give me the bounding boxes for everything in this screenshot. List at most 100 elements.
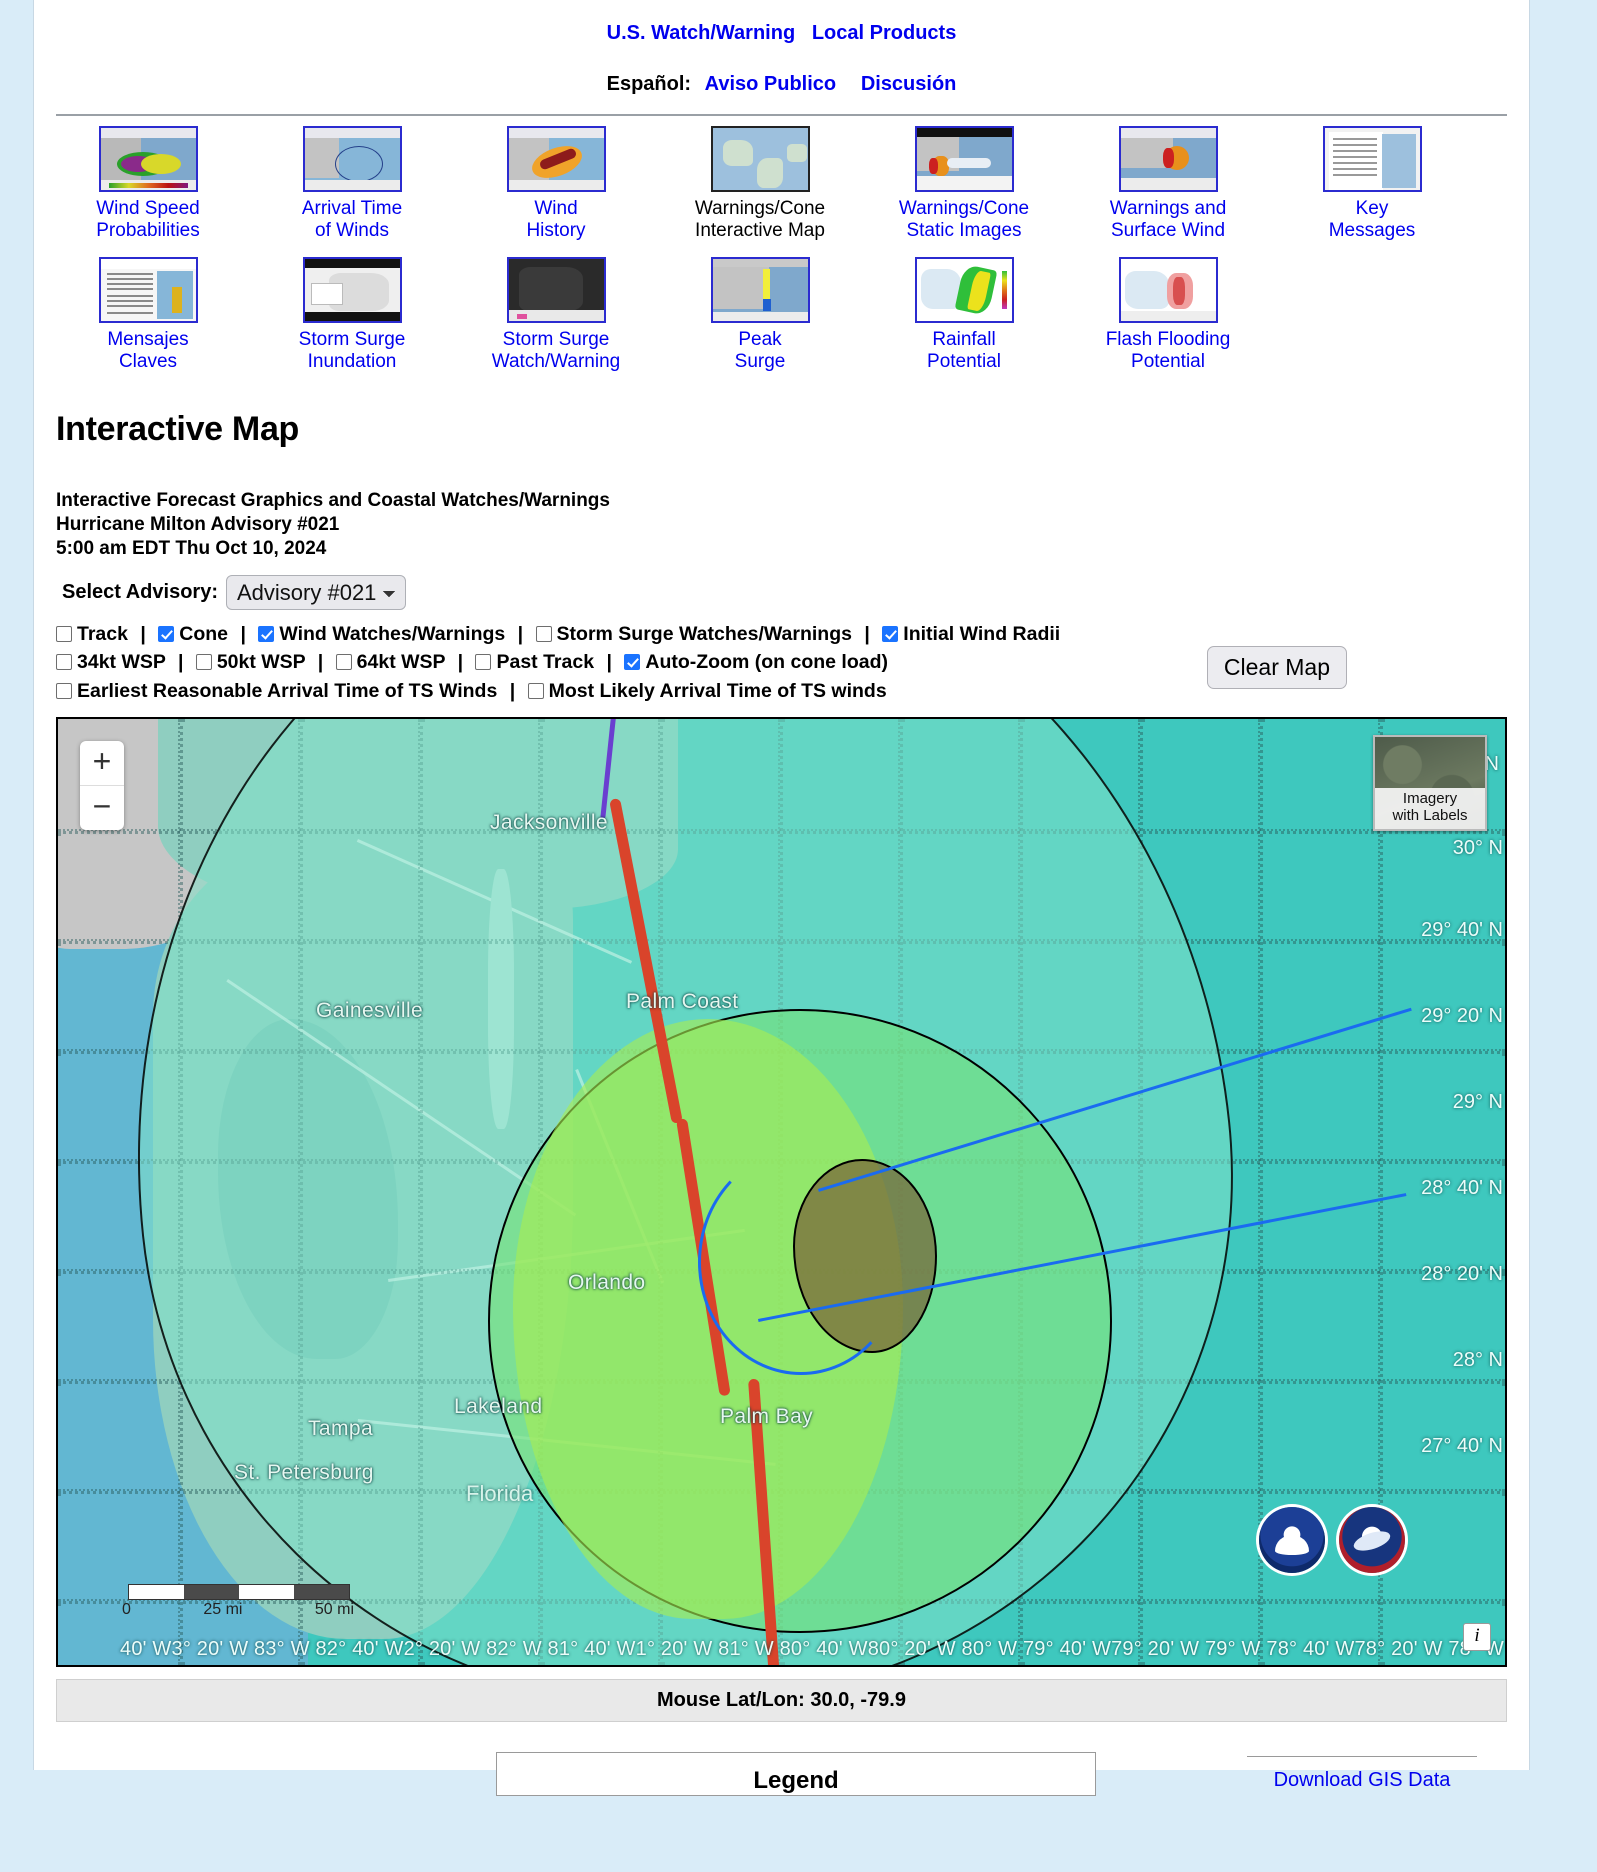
product-label[interactable]: Storm Surge Watch/Warning xyxy=(454,329,658,374)
key-messages-thumb[interactable] xyxy=(1322,126,1422,192)
storm-surge-inundation-thumb[interactable] xyxy=(302,256,402,323)
toggle-label: 50kt WSP xyxy=(216,651,306,674)
toggle-cone[interactable]: Cone xyxy=(158,623,228,645)
product-warnings-cone-interactive-map[interactable]: Warnings/Cone Interactive Map xyxy=(658,126,862,243)
product-label[interactable]: Arrival Time of Winds xyxy=(250,198,454,243)
toggle-34kt-wsp[interactable]: 34kt WSP xyxy=(56,651,166,673)
checkbox-most-likely-arrival[interactable] xyxy=(527,682,544,699)
mensajes-claves-thumb[interactable] xyxy=(98,256,198,323)
interactive-map[interactable]: Jacksonville Gainesville Palm Coast Orla… xyxy=(56,716,1507,1667)
product-label[interactable]: Mensajes Claves xyxy=(46,329,250,374)
top-nav: U.S. Watch/Warning Local Products xyxy=(34,0,1529,45)
checkbox-storm-surge-watches-warnings[interactable] xyxy=(535,626,552,642)
product-wind-speed-probabilities[interactable]: Wind Speed Probabilities xyxy=(46,126,250,243)
scale-tick-mid: 25 mi xyxy=(203,1600,243,1618)
product-label[interactable]: Wind History xyxy=(454,198,658,243)
product-label[interactable]: Rainfall Potential xyxy=(862,329,1066,374)
product-label[interactable]: Key Messages xyxy=(1270,198,1474,243)
product-rainfall-potential[interactable]: Rainfall Potential xyxy=(862,256,1066,374)
checkbox-track[interactable] xyxy=(56,626,72,642)
toggle-earliest-arrival[interactable]: Earliest Reasonable Arrival Time of TS W… xyxy=(56,680,497,702)
checkbox-cone[interactable] xyxy=(158,626,175,642)
product-wind-history[interactable]: Wind History xyxy=(454,126,658,243)
warnings-cone-interactive-map-thumb[interactable] xyxy=(710,126,810,192)
product-label[interactable]: Warnings/Cone Static Images xyxy=(862,198,1066,243)
label-line-2: Messages xyxy=(1328,220,1416,242)
toggle-label: Wind Watches/Warnings xyxy=(279,623,506,645)
checkbox-earliest-arrival[interactable] xyxy=(56,682,72,699)
scale-bar-ticks: 0 25 mi 50 mi xyxy=(122,1601,354,1619)
label-line-2: Probabilities xyxy=(96,220,200,242)
product-key-messages[interactable]: Key Messages xyxy=(1270,126,1474,243)
divider xyxy=(1247,1755,1477,1757)
toggle-label: Initial Wind Radii xyxy=(903,623,1061,645)
noaa-logo xyxy=(1259,1506,1325,1573)
checkbox-34kt-wsp[interactable] xyxy=(56,654,72,671)
zoom-in-button[interactable]: + xyxy=(80,741,124,785)
peak-surge-thumb[interactable] xyxy=(710,256,810,323)
link-local-products[interactable]: Local Products xyxy=(812,22,956,44)
basemap-caption-line-2: with Labels xyxy=(1392,807,1468,824)
checkbox-initial-wind-radii[interactable] xyxy=(882,626,899,642)
toggle-auto-zoom[interactable]: Auto-Zoom (on cone load) xyxy=(624,651,888,673)
download-gis-data-link[interactable]: Download GIS Data xyxy=(1274,1769,1451,1791)
zoom-out-button[interactable]: − xyxy=(80,784,124,830)
zoom-controls[interactable]: + − xyxy=(80,740,124,830)
product-arrival-time-of-winds[interactable]: Arrival Time of Winds xyxy=(250,126,454,243)
wind-history-thumb[interactable] xyxy=(506,126,606,192)
product-storm-surge-watch-warning[interactable]: Storm Surge Watch/Warning xyxy=(454,256,658,374)
separator: | xyxy=(457,651,464,674)
rainfall-potential-thumb[interactable] xyxy=(914,256,1014,323)
warnings-cone-static-images-thumb[interactable] xyxy=(914,126,1014,192)
map-info-button[interactable]: i xyxy=(1463,1622,1491,1651)
link-aviso-publico[interactable]: Aviso Publico xyxy=(705,73,837,95)
legend-title: Legend xyxy=(753,1766,839,1794)
product-label[interactable]: Flash Flooding Potential xyxy=(1066,329,1270,374)
product-label[interactable]: Storm Surge Inundation xyxy=(250,329,454,374)
clear-map-button[interactable]: Clear Map xyxy=(1206,646,1347,689)
link-us-watch-warning[interactable]: U.S. Watch/Warning xyxy=(607,22,796,44)
checkbox-64kt-wsp[interactable] xyxy=(335,654,352,671)
toggle-wind-watches-warnings[interactable]: Wind Watches/Warnings xyxy=(258,623,505,645)
lat-label: 29° 20' N xyxy=(1421,1004,1503,1027)
product-label[interactable]: Warnings and Surface Wind xyxy=(1066,198,1270,243)
product-flash-flooding-potential[interactable]: Flash Flooding Potential xyxy=(1066,256,1270,374)
arrival-time-of-winds-thumb[interactable] xyxy=(302,126,402,192)
map-canvas[interactable]: Jacksonville Gainesville Palm Coast Orla… xyxy=(58,718,1505,1665)
label-line-2: Watch/Warning xyxy=(491,351,621,373)
toggle-track[interactable]: Track xyxy=(56,623,128,645)
product-label[interactable]: Warnings/Cone Interactive Map xyxy=(658,198,862,243)
toggle-storm-surge-watches-warnings[interactable]: Storm Surge Watches/Warnings xyxy=(535,623,852,645)
checkbox-past-track[interactable] xyxy=(475,654,492,671)
advisory-info-line-1: Interactive Forecast Graphics and Coasta… xyxy=(56,489,610,511)
flash-flooding-potential-thumb[interactable] xyxy=(1118,256,1218,323)
warnings-surface-wind-thumb[interactable] xyxy=(1118,126,1218,192)
basemap-switcher[interactable]: Imagery with Labels xyxy=(1373,734,1487,831)
checkbox-auto-zoom[interactable] xyxy=(624,654,641,671)
product-storm-surge-inundation[interactable]: Storm Surge Inundation xyxy=(250,256,454,374)
product-label[interactable]: Peak Surge xyxy=(658,329,862,374)
advisory-select[interactable]: Advisory #021 xyxy=(226,575,406,610)
checkbox-50kt-wsp[interactable] xyxy=(195,654,212,671)
toggle-label: Cone xyxy=(179,623,229,645)
lat-label: 28° 20' N xyxy=(1421,1262,1503,1285)
toggle-50kt-wsp[interactable]: 50kt WSP xyxy=(195,651,306,674)
toggle-64kt-wsp[interactable]: 64kt WSP xyxy=(335,651,446,674)
checkbox-wind-watches-warnings[interactable] xyxy=(258,626,275,642)
toggle-initial-wind-radii[interactable]: Initial Wind Radii xyxy=(882,623,1060,645)
lat-label: 29° N xyxy=(1452,1090,1503,1113)
toggle-most-likely-arrival[interactable]: Most Likely Arrival Time of TS winds xyxy=(527,680,887,702)
link-discusion[interactable]: Discusión xyxy=(861,73,957,95)
product-warnings-and-surface-wind[interactable]: Warnings and Surface Wind xyxy=(1066,126,1270,243)
wind-speed-probabilities-thumb[interactable] xyxy=(98,126,198,192)
lat-label: 28° 40' N xyxy=(1421,1176,1503,1199)
product-warnings-cone-static-images[interactable]: Warnings/Cone Static Images xyxy=(862,126,1066,243)
product-label[interactable]: Wind Speed Probabilities xyxy=(46,198,250,243)
product-mensajes-claves[interactable]: Mensajes Claves xyxy=(46,256,250,374)
layer-toggles: Track | Cone | Wind Watches/Warnings | S… xyxy=(56,620,1529,705)
toggle-past-track[interactable]: Past Track xyxy=(475,651,594,673)
product-peak-surge[interactable]: Peak Surge xyxy=(658,256,862,374)
separator: | xyxy=(140,623,146,645)
storm-surge-watch-warning-thumb[interactable] xyxy=(506,256,606,323)
toggle-label: 64kt WSP xyxy=(356,651,446,674)
